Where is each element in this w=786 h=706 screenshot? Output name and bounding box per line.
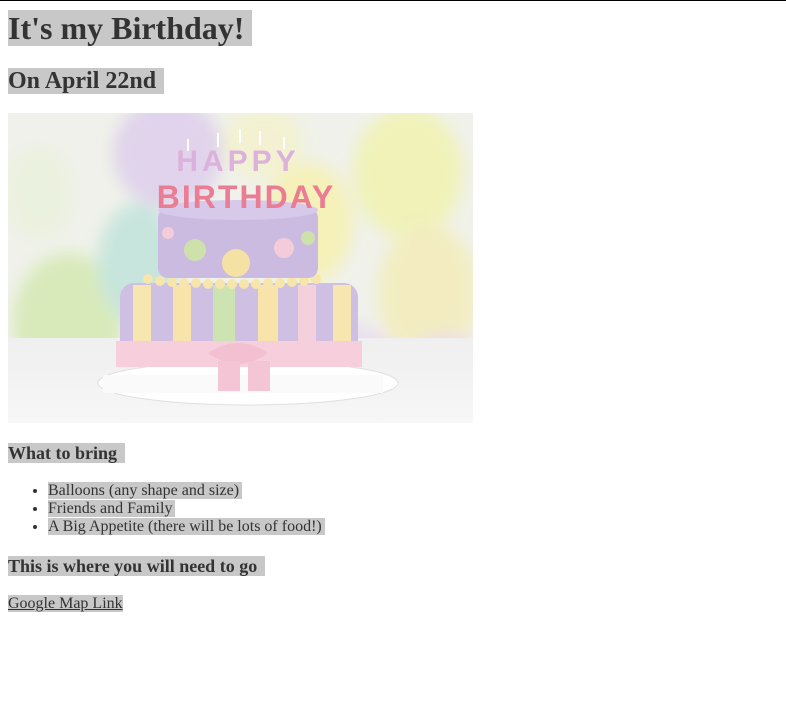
page: It's my Birthday! On April 22nd HAPPY BI…	[0, 10, 786, 613]
party-date: On April 22nd	[8, 68, 778, 95]
what-to-bring-heading: What to bring	[8, 443, 778, 464]
google-map-link[interactable]: Google Map Link	[8, 595, 123, 612]
list-item: A Big Appetite (there will be lots of fo…	[48, 518, 778, 536]
birthday-cake-image: HAPPY BIRTHDAY	[8, 113, 473, 423]
page-title: It's my Birthday!	[8, 10, 778, 47]
list-item: Balloons (any shape and size)	[48, 482, 778, 500]
location-heading: This is where you will need to go	[8, 556, 778, 577]
map-link-paragraph: Google Map Link	[8, 595, 778, 613]
bring-list: Balloons (any shape and size) Friends an…	[8, 482, 778, 536]
list-item: Friends and Family	[48, 500, 778, 518]
